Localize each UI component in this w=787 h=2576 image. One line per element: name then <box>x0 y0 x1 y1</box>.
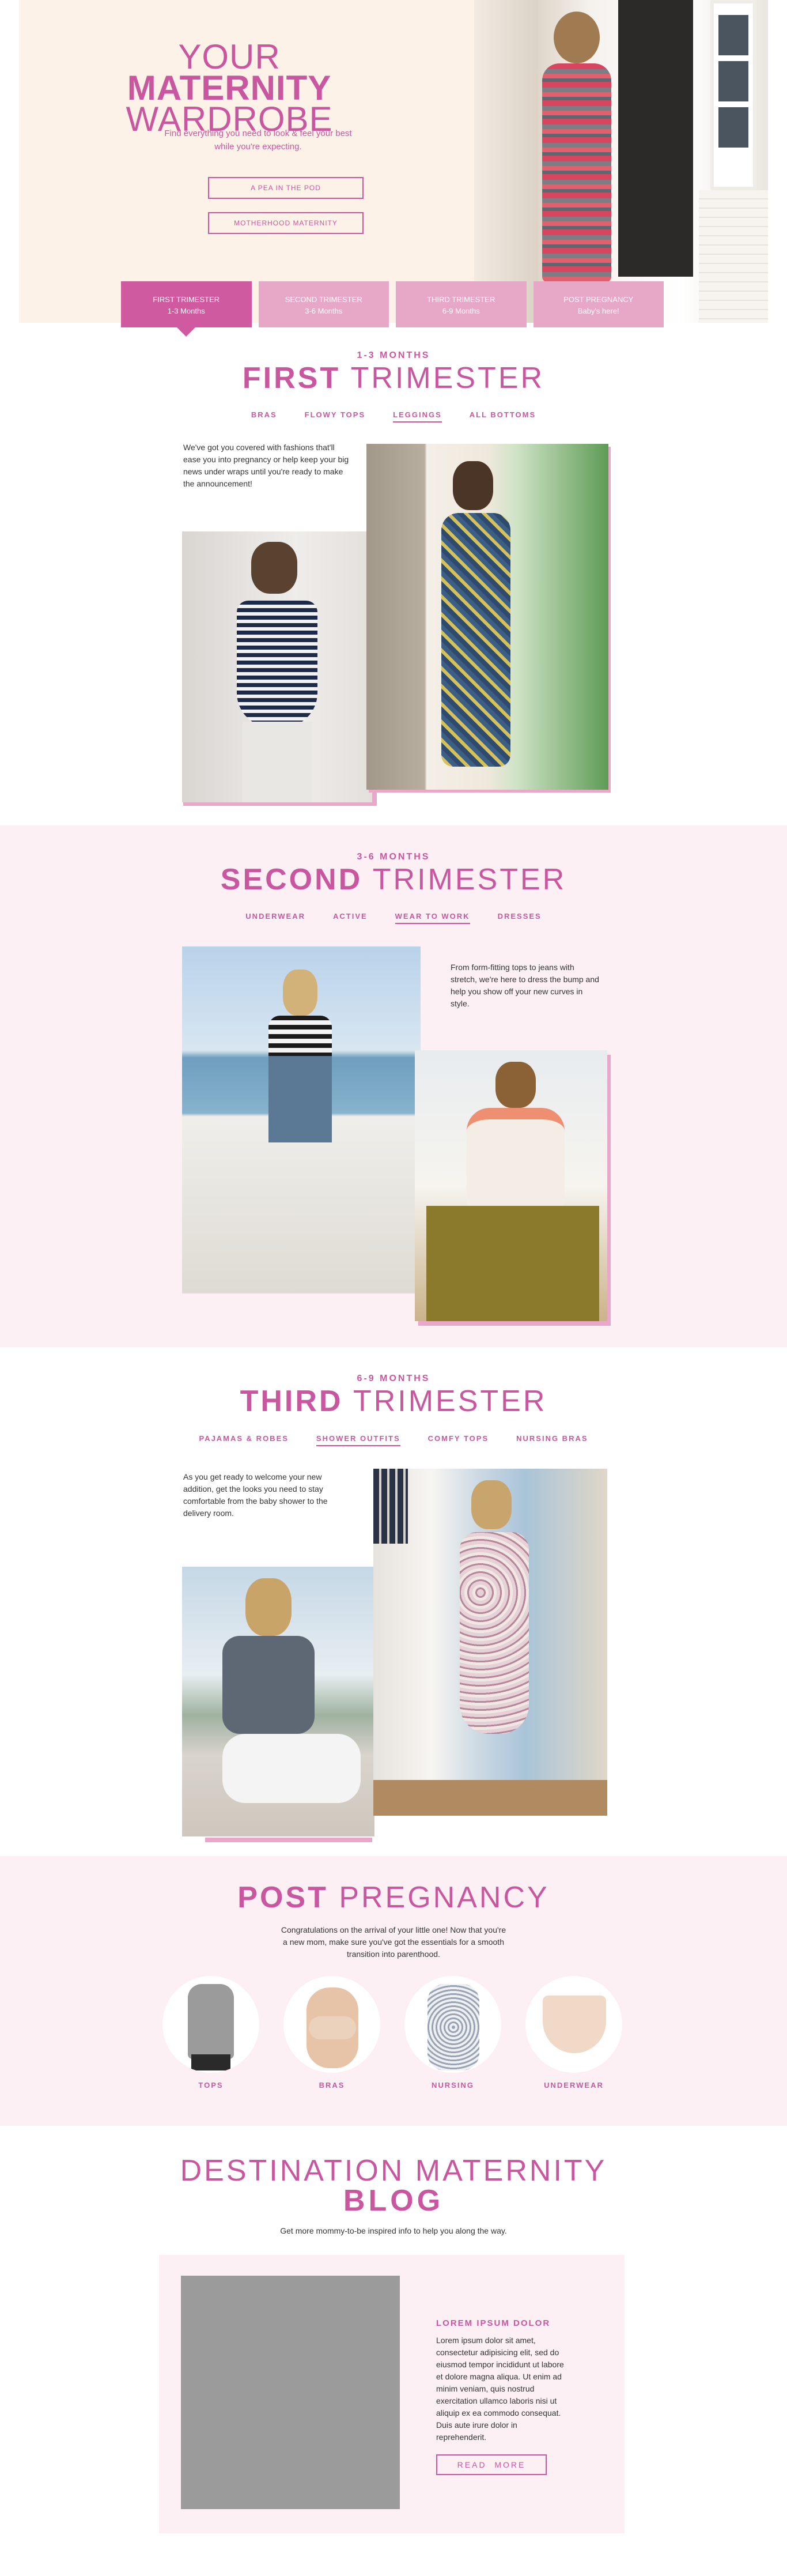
tab-label: POST PREGNANCY <box>563 295 634 304</box>
second-subnav: UNDERWEAR ACTIVE WEAR TO WORK DRESSES <box>0 912 787 924</box>
trimester-tabs: FIRST TRIMESTER 1-3 Months SECOND TRIMES… <box>121 281 664 337</box>
a-pea-in-the-pod-button[interactable]: A PEA IN THE POD <box>208 177 364 199</box>
blog-title: DESTINATION MATERNITY BLOG <box>0 2156 787 2216</box>
motherhood-maternity-button[interactable]: MOTHERHOOD MATERNITY <box>208 212 364 234</box>
third-title-bold: THIRD <box>240 1385 343 1418</box>
first-title-light: TRIMESTER <box>350 361 545 395</box>
hero-subtitle: Find everything you need to look & feel … <box>164 129 352 152</box>
third-title-light: TRIMESTER <box>353 1385 547 1418</box>
first-title: FIRST TRIMESTER <box>0 361 787 395</box>
third-subnav: PAJAMAS & ROBES SHOWER OUTFITS COMFY TOP… <box>0 1434 787 1446</box>
hero-banner: YOUR MATERNITY WARDROBE Find everything … <box>19 0 768 323</box>
tab-sublabel: Baby's here! <box>577 307 619 315</box>
second-title-light: TRIMESTER <box>372 863 567 896</box>
first-blurb: We've got you covered with fashions that… <box>183 443 349 488</box>
post-title: POST PREGNANCY <box>0 1880 787 1915</box>
third-kicker: 6-9 MONTHS <box>357 1374 430 1383</box>
second-title-bold: SECOND <box>220 863 363 896</box>
subnav-comfy-tops[interactable]: COMFY TOPS <box>428 1434 489 1446</box>
subnav-flowy-tops[interactable]: FLOWY TOPS <box>305 410 365 423</box>
subnav-shower-outfits[interactable]: SHOWER OUTFITS <box>316 1434 400 1446</box>
post-blurb: Congratulations on the arrival of your l… <box>281 1925 506 1959</box>
post-category-bras-label[interactable]: BRAS <box>283 2081 380 2090</box>
tab-label: THIRD TRIMESTER <box>427 295 495 304</box>
subnav-pajamas-robes[interactable]: PAJAMAS & ROBES <box>199 1434 288 1446</box>
subnav-dresses[interactable]: DRESSES <box>498 912 542 924</box>
blog-card: LOREM IPSUM DOLOR Lorem ipsum dolor sit … <box>159 2255 625 2533</box>
blog-card-body: Lorem ipsum dolor sit amet, consectetur … <box>436 2336 564 2442</box>
second-photo-graphic-tee[interactable] <box>415 1050 607 1321</box>
tab-sublabel: 1-3 Months <box>167 307 205 315</box>
tab-sublabel: 3-6 Months <box>305 307 343 315</box>
tab-label: FIRST TRIMESTER <box>153 295 220 304</box>
third-title: THIRD TRIMESTER <box>0 1384 787 1419</box>
post-category-bras-image[interactable] <box>283 1976 380 2073</box>
post-category-tops-image[interactable] <box>162 1976 259 2073</box>
tab-third-trimester[interactable]: THIRD TRIMESTER 6-9 Months <box>396 281 527 327</box>
first-kicker: 1-3 MONTHS <box>357 350 430 360</box>
blog-subtitle: Get more mommy-to-be inspired info to he… <box>280 2226 507 2235</box>
tab-post-pregnancy[interactable]: POST PREGNANCY Baby's here! <box>533 281 664 327</box>
blog-title-main: DESTINATION MATERNITY <box>180 2154 607 2187</box>
window-frame <box>710 0 756 190</box>
second-blurb: From form-fitting tops to jeans with str… <box>451 963 599 1008</box>
subnav-leggings[interactable]: LEGGINGS <box>393 410 442 423</box>
first-title-bold: FIRST <box>242 361 341 395</box>
post-category-nursing-image[interactable] <box>404 1976 501 2073</box>
tab-first-trimester[interactable]: FIRST TRIMESTER 1-3 Months <box>121 281 252 337</box>
first-photo-floral-dress[interactable] <box>366 444 608 790</box>
post-title-bold: POST <box>237 1881 328 1914</box>
first-subnav: BRAS FLOWY TOPS LEGGINGS ALL BOTTOMS <box>0 410 787 423</box>
third-blurb: As you get ready to welcome your new add… <box>183 1472 328 1518</box>
tab-label: SECOND TRIMESTER <box>285 295 362 304</box>
model-striped-dress <box>542 63 611 282</box>
third-photo-floral-dress[interactable] <box>373 1469 607 1816</box>
hero-photo <box>474 0 768 323</box>
first-photo-striped-top[interactable] <box>182 531 372 802</box>
blog-title-bold: BLOG <box>343 2184 444 2217</box>
hero-title: YOUR MATERNITY WARDROBE <box>105 40 353 137</box>
subnav-wear-to-work[interactable]: WEAR TO WORK <box>395 912 470 924</box>
blog-card-heading: LOREM IPSUM DOLOR <box>436 2318 551 2328</box>
subnav-all-bottoms[interactable]: ALL BOTTOMS <box>470 410 536 423</box>
second-photo-overalls[interactable] <box>182 946 421 1293</box>
post-category-underwear-image[interactable] <box>525 1976 622 2073</box>
subnav-active[interactable]: ACTIVE <box>333 912 368 924</box>
post-category-underwear-label[interactable]: UNDERWEAR <box>525 2081 622 2090</box>
subnav-nursing-bras[interactable]: NURSING BRAS <box>516 1434 588 1446</box>
tab-second-trimester[interactable]: SECOND TRIMESTER 3-6 Months <box>258 281 389 327</box>
third-photo-accent <box>205 1838 372 1842</box>
subnav-bras[interactable]: BRAS <box>251 410 277 423</box>
blog-card-image-placeholder[interactable] <box>181 2276 400 2509</box>
second-kicker: 3-6 MONTHS <box>357 852 430 862</box>
tab-sublabel: 6-9 Months <box>442 307 480 315</box>
subnav-underwear[interactable]: UNDERWEAR <box>245 912 305 924</box>
post-title-light: PREGNANCY <box>339 1881 550 1914</box>
second-title: SECOND TRIMESTER <box>0 862 787 897</box>
post-category-tops-label[interactable]: TOPS <box>162 2081 259 2090</box>
read-more-button[interactable]: READ MORE <box>436 2454 547 2475</box>
third-photo-white-jeans[interactable] <box>182 1567 374 1836</box>
post-category-nursing-label[interactable]: NURSING <box>404 2081 501 2090</box>
